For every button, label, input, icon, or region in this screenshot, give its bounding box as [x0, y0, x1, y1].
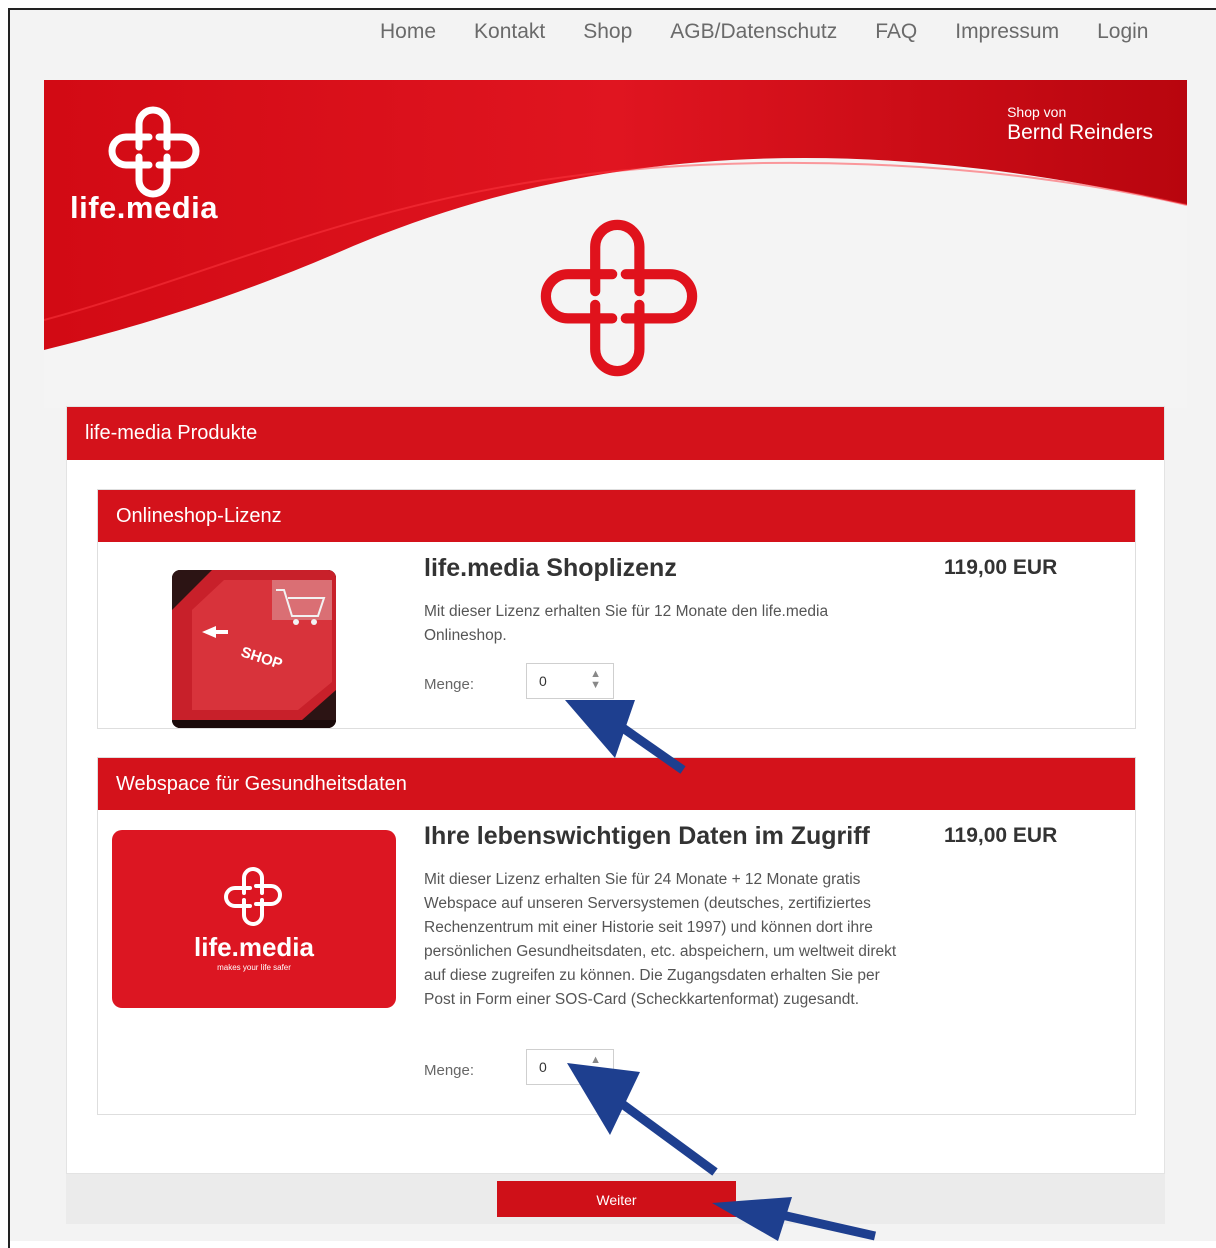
nav-impressum[interactable]: Impressum — [955, 20, 1059, 44]
quantity-label: Menge: — [424, 676, 475, 693]
life-media-card-image: life.media makes your life safer — [112, 830, 396, 1008]
product-description: Mit dieser Lizenz erhalten Sie für 24 Mo… — [424, 871, 897, 1008]
product-title: Ihre lebenswichtigen Daten im Zugriff — [424, 822, 870, 850]
shop-key-illustration: SHOP — [172, 570, 336, 728]
life-media-card-illustration: life.media makes your life safer — [194, 867, 315, 972]
top-navigation: Home Kontakt Shop AGB/Datenschutz FAQ Im… — [380, 20, 1176, 44]
shop-by-label: Shop von — [1007, 104, 1067, 120]
product-description: Mit dieser Lizenz erhalten Sie für 12 Mo… — [424, 603, 829, 644]
product-card-shoplizenz: Onlineshop-Lizenz SHOP life.media Shopli… — [97, 489, 1136, 729]
panel-title: life-media Produkte — [67, 407, 1164, 460]
shop-keyboard-key-image: SHOP — [172, 570, 336, 728]
nav-kontakt[interactable]: Kontakt — [474, 20, 545, 44]
card-logo-text: life.media — [194, 932, 314, 962]
nav-faq[interactable]: FAQ — [875, 20, 917, 44]
quantity-value: 0 — [539, 673, 547, 689]
header-banner: life.media Shop von Bernd Reinders — [44, 80, 1187, 408]
product-category-header: Onlineshop-Lizenz — [98, 490, 1135, 542]
nav-home[interactable]: Home — [380, 20, 436, 44]
nav-login[interactable]: Login — [1097, 20, 1148, 44]
quantity-label: Menge: — [424, 1062, 475, 1079]
weiter-button[interactable]: Weiter — [497, 1181, 736, 1217]
shop-owner-name: Bernd Reinders — [1007, 121, 1153, 144]
nav-shop[interactable]: Shop — [583, 20, 632, 44]
product-title: life.media Shoplizenz — [424, 554, 677, 582]
products-panel: life-media Produkte Onlineshop-Lizenz SH… — [66, 406, 1165, 1174]
life-media-logo-icon — [108, 106, 200, 198]
card-tagline: makes your life safer — [217, 963, 291, 972]
product-price: 119,00 EUR — [944, 824, 1058, 847]
product-card-webspace: Webspace für Gesundheitsdaten life.media… — [97, 757, 1136, 1115]
nav-agb-datenschutz[interactable]: AGB/Datenschutz — [670, 20, 837, 44]
spinner-arrows-icon[interactable]: ▲ ▼ — [590, 669, 601, 691]
logo-text: life.media — [70, 190, 218, 225]
quantity-stepper[interactable]: 0 ▲ ▼ — [526, 663, 614, 699]
quantity-value: 0 — [539, 1059, 547, 1075]
quantity-stepper[interactable]: 0 ▲ ▼ — [526, 1049, 614, 1085]
shop-owner: Shop von Bernd Reinders — [1007, 104, 1153, 145]
spinner-arrows-icon[interactable]: ▲ ▼ — [590, 1055, 601, 1077]
product-price: 119,00 EUR — [944, 556, 1058, 579]
large-cross-logo-icon — [540, 219, 698, 377]
product-category-header: Webspace für Gesundheitsdaten — [98, 758, 1135, 810]
